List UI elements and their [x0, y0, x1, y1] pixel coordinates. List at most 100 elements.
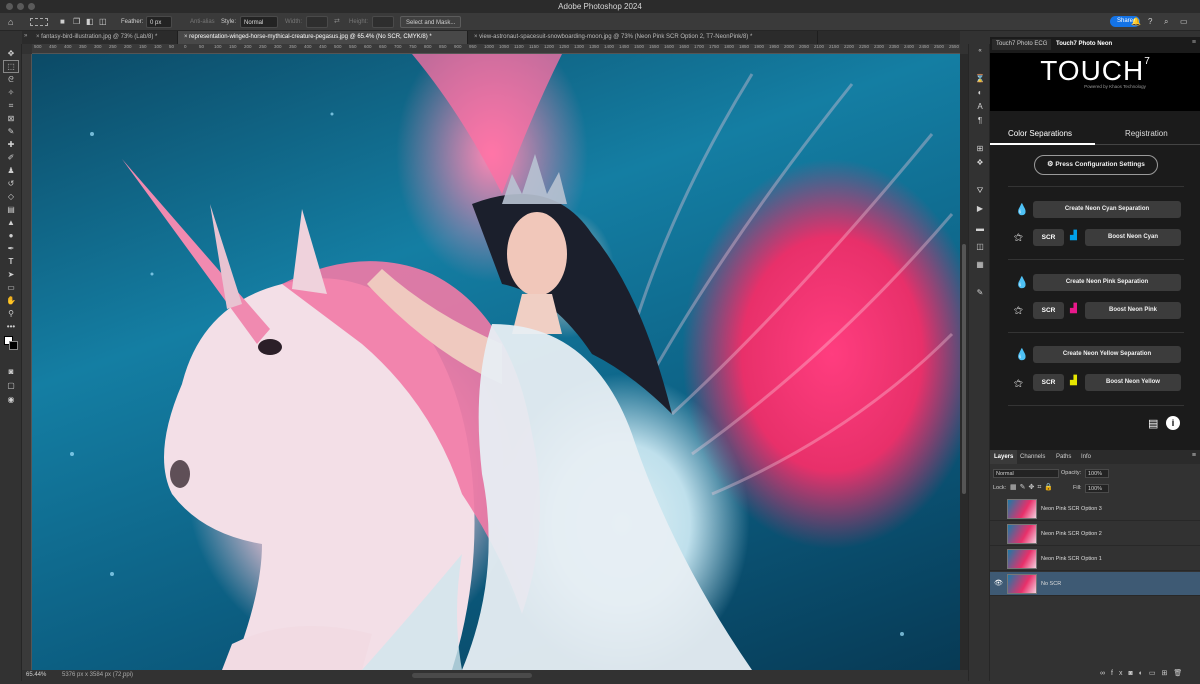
info-icon[interactable]: i: [1166, 416, 1180, 430]
plugin-icon[interactable]: ⛛: [974, 186, 986, 196]
canvas-scrollbar-horizontal[interactable]: [412, 673, 532, 678]
width-input[interactable]: [306, 16, 328, 28]
boost-neon-cyan-button[interactable]: Boost Neon Cyan: [1085, 229, 1181, 246]
workspace-icon[interactable]: ▭: [1180, 16, 1188, 28]
cyan-scr-button[interactable]: SCR: [1033, 229, 1064, 246]
visibility-eye-icon[interactable]: 👁: [994, 572, 1003, 596]
boost-neon-pink-button[interactable]: Boost Neon Pink: [1085, 302, 1181, 319]
gradient-tool-icon[interactable]: ▤: [4, 204, 18, 215]
layer-name[interactable]: Neon Pink SCR Option 1: [1041, 547, 1102, 571]
adjustments-icon[interactable]: ◐: [974, 88, 986, 98]
layers-menu-icon[interactable]: ≡: [1192, 452, 1196, 459]
antialias-checkbox[interactable]: Anti-alias: [190, 16, 215, 28]
crop-tool-icon[interactable]: ⌗: [4, 100, 18, 111]
type-tool-icon[interactable]: T: [4, 256, 18, 267]
pink-scr-button[interactable]: SCR: [1033, 302, 1064, 319]
delete-layer-icon[interactable]: 🗑: [1173, 670, 1188, 677]
notifications-icon[interactable]: 🔔: [1131, 16, 1141, 28]
screen-mode-icon[interactable]: ▢: [4, 380, 18, 391]
select-and-mask-button[interactable]: Select and Mask...: [400, 16, 462, 28]
minimize-window-button[interactable]: [17, 3, 24, 10]
quick-mask-icon[interactable]: ◙: [4, 366, 18, 377]
frame-tool-icon[interactable]: ⊠: [4, 113, 18, 124]
document-canvas[interactable]: [32, 54, 960, 670]
tab-registration[interactable]: Registration: [1125, 129, 1168, 138]
close-window-button[interactable]: [6, 3, 13, 10]
layer-comps-icon[interactable]: ◫: [974, 242, 986, 252]
history-icon[interactable]: ⌛: [974, 74, 986, 84]
actions-play-icon[interactable]: ▶: [974, 204, 986, 214]
canvas-scrollbar-vertical[interactable]: [960, 54, 968, 670]
press-config-button[interactable]: ⚙ Press Configuration Settings: [1034, 155, 1158, 175]
tab-channels[interactable]: Channels: [1020, 450, 1045, 464]
create-neon-cyan-button[interactable]: Create Neon Cyan Separation: [1033, 201, 1181, 218]
create-neon-yellow-button[interactable]: Create Neon Yellow Separation: [1033, 346, 1181, 363]
lock-options-icon[interactable]: ▦✎✥⌗🔒: [1010, 483, 1056, 492]
layer-row[interactable]: Neon Pink SCR Option 2: [990, 522, 1200, 546]
new-layer-icon[interactable]: ⊞: [1162, 670, 1174, 677]
layer-row-selected[interactable]: 👁 No SCR: [990, 572, 1200, 596]
libraries-icon[interactable]: ❖: [974, 158, 986, 168]
tab-color-separations[interactable]: Color Separations: [1008, 129, 1072, 138]
yellow-scr-button[interactable]: SCR: [1033, 374, 1064, 391]
extra-tool-icon[interactable]: ◉: [4, 394, 18, 405]
search-icon[interactable]: ⌕: [1164, 16, 1168, 28]
tab-paths[interactable]: Paths: [1056, 450, 1071, 464]
eyedropper-icon[interactable]: ✎: [4, 126, 18, 137]
layer-row[interactable]: Neon Pink SCR Option 1: [990, 547, 1200, 571]
dodge-tool-icon[interactable]: ●: [4, 230, 18, 241]
style-select[interactable]: Normal: [240, 16, 278, 28]
blend-mode-select[interactable]: Normal: [993, 469, 1059, 478]
opacity-input[interactable]: 100%: [1085, 469, 1109, 478]
adjustment-layer-icon[interactable]: ◐: [1139, 670, 1149, 677]
character-icon[interactable]: A: [974, 102, 986, 112]
notes-icon[interactable]: ✎: [974, 288, 986, 298]
help-icon[interactable]: ?: [1148, 16, 1152, 28]
fill-input[interactable]: 100%: [1085, 484, 1109, 493]
paragraph-icon[interactable]: ¶: [974, 116, 986, 126]
intersect-selection-icon[interactable]: ◫: [99, 16, 107, 28]
background-color-swatch[interactable]: [9, 341, 18, 350]
more-tools-icon[interactable]: •••: [4, 321, 18, 332]
layer-row[interactable]: Neon Pink SCR Option 3: [990, 497, 1200, 521]
comments-icon[interactable]: ▬: [974, 224, 986, 234]
swatches-icon[interactable]: ▦: [974, 260, 986, 270]
history-brush-icon[interactable]: ↺: [4, 178, 18, 189]
manual-book-icon[interactable]: ▤: [1148, 417, 1158, 430]
tab-layers[interactable]: Layers: [990, 450, 1018, 464]
maximize-window-button[interactable]: [28, 3, 35, 10]
new-selection-icon[interactable]: ■: [60, 16, 65, 28]
shape-tool-icon[interactable]: ▭: [4, 282, 18, 293]
hand-tool-icon[interactable]: ✋: [4, 295, 18, 306]
home-icon[interactable]: ⌂: [8, 16, 13, 28]
tab-collapse-icon[interactable]: »: [24, 33, 27, 39]
clone-stamp-icon[interactable]: ♟: [4, 165, 18, 176]
magic-wand-icon[interactable]: ✧: [4, 87, 18, 98]
tab-astronaut[interactable]: × view-astronaut-spacesuit-snowboarding-…: [468, 31, 818, 44]
layer-name[interactable]: No SCR: [1041, 572, 1061, 596]
panel-menu-icon[interactable]: ≡: [1192, 39, 1196, 46]
zoom-level[interactable]: 65.44%: [26, 670, 46, 681]
feather-input[interactable]: 0 px: [146, 16, 172, 28]
boost-neon-yellow-button[interactable]: Boost Neon Yellow: [1085, 374, 1181, 391]
layer-style-icon[interactable]: fx: [1111, 670, 1128, 677]
eraser-icon[interactable]: ◇: [4, 191, 18, 202]
healing-brush-icon[interactable]: ✚: [4, 139, 18, 150]
tab-touch7-neon[interactable]: Touch7 Photo Neon: [1052, 39, 1117, 50]
group-icon[interactable]: ▭: [1149, 670, 1162, 677]
tab-touch7-ecg[interactable]: Touch7 Photo ECG: [992, 39, 1052, 50]
properties-icon[interactable]: ⊞: [974, 144, 986, 154]
add-mask-icon[interactable]: ◙: [1128, 670, 1138, 677]
marquee-preset-icon[interactable]: [30, 18, 48, 26]
tab-info[interactable]: Info: [1081, 450, 1091, 464]
create-neon-pink-button[interactable]: Create Neon Pink Separation: [1033, 274, 1181, 291]
collapse-panels-icon[interactable]: «: [974, 46, 986, 56]
tab-pegasus[interactable]: × representation-winged-horse-mythical-c…: [178, 31, 468, 44]
add-selection-icon[interactable]: ❐: [73, 16, 80, 28]
move-tool-icon[interactable]: ✥: [4, 48, 18, 59]
blur-tool-icon[interactable]: ▲: [4, 217, 18, 228]
scrollbar-thumb[interactable]: [962, 244, 966, 494]
zoom-tool-icon[interactable]: ⚲: [4, 308, 18, 319]
path-selection-icon[interactable]: ➤: [4, 269, 18, 280]
pen-tool-icon[interactable]: ✒: [4, 243, 18, 254]
